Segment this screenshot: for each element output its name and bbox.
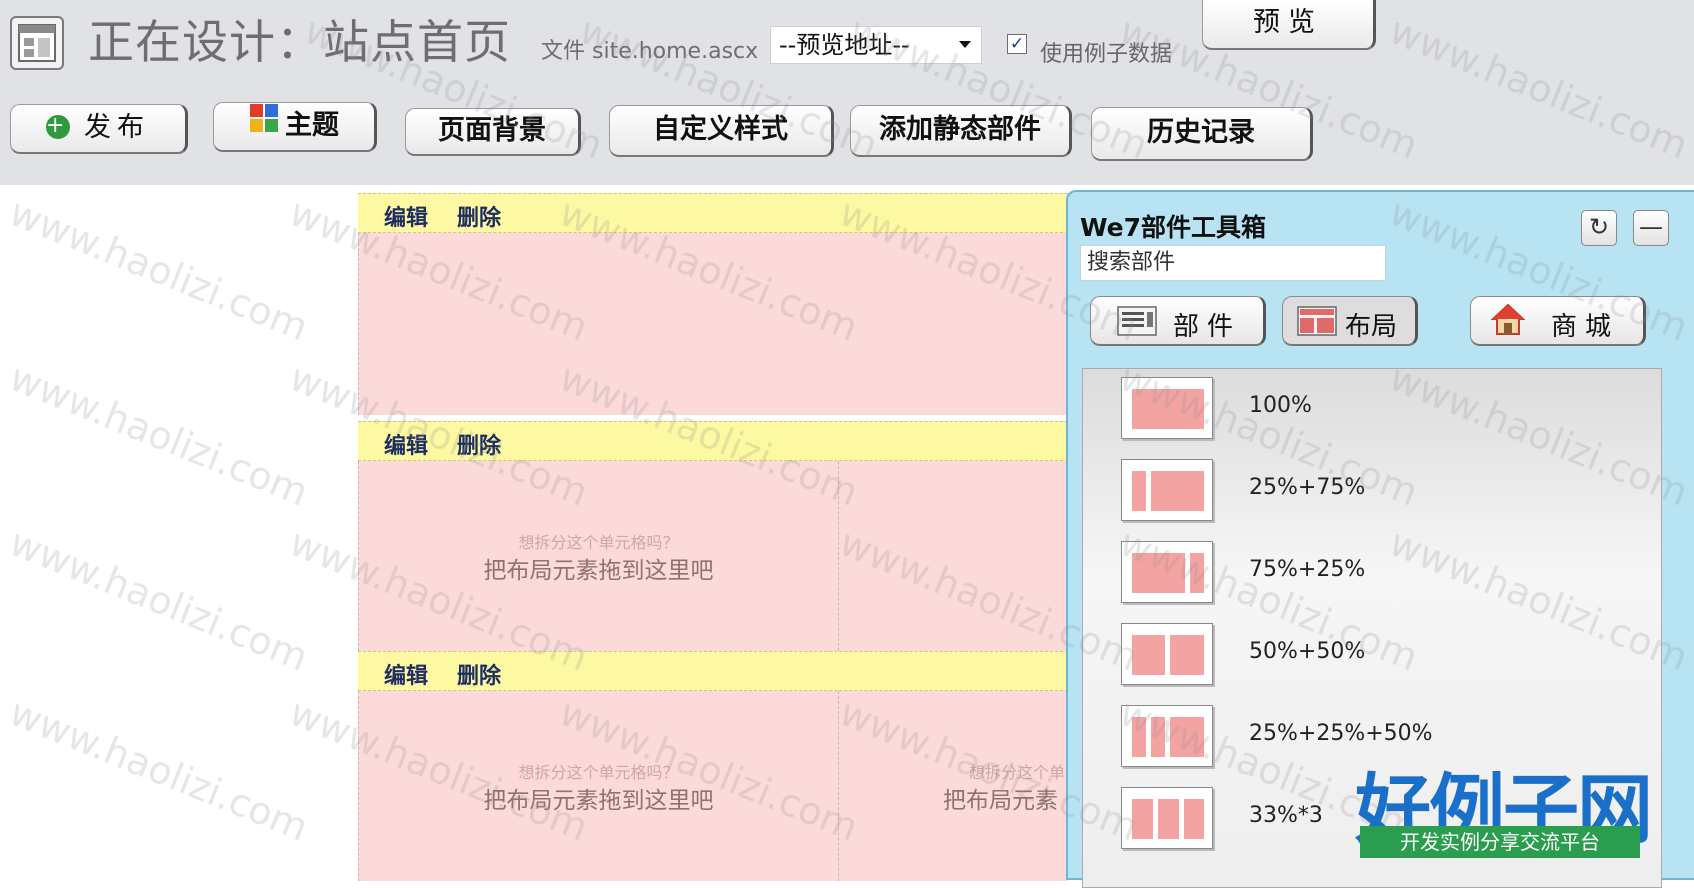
layout-thumbnail (1121, 377, 1213, 439)
page-background-button[interactable]: 页面背景 (405, 108, 581, 156)
file-info: 文件 site.home.ascx (541, 39, 759, 64)
layout-option-label: 25%+75% (1249, 475, 1366, 500)
layout-option-label: 75%+25% (1249, 557, 1366, 582)
layout-icon (1297, 306, 1337, 343)
drop-hint: 把布局元素拖到这里吧 (483, 788, 714, 814)
home-icon (1490, 303, 1526, 344)
layout-option-label: 33%*3 (1249, 803, 1323, 828)
preview-address-value: --预览地址-- (779, 31, 910, 59)
designer-header: 正在设计：站点首页 文件 site.home.ascx --预览地址-- ✓ 使… (0, 0, 1694, 185)
use-sample-checkbox[interactable]: ✓ (1007, 34, 1027, 54)
tab-layout-label: 布局 (1345, 312, 1398, 342)
widget-search-input[interactable]: 搜索部件 (1080, 245, 1386, 281)
layout-cell[interactable]: 想拆分这个单元格吗？ 把布局元素 (839, 691, 1069, 881)
publish-icon: + (46, 112, 71, 139)
split-hint: 想拆分这个单元格吗？ (969, 763, 1069, 782)
custom-style-button[interactable]: 自定义样式 (609, 105, 834, 157)
title-page: 站点首页 (323, 15, 511, 69)
row-edit-link[interactable]: 编辑 (384, 658, 428, 690)
preview-button[interactable]: 预览 (1202, 0, 1376, 50)
row-edit-link[interactable]: 编辑 (384, 200, 428, 232)
minimize-icon: — (1639, 213, 1663, 241)
tab-shop[interactable]: 商城 (1470, 296, 1646, 346)
theme-icon (249, 102, 279, 148)
tab-parts[interactable]: 部件 (1090, 296, 1266, 346)
tab-layout[interactable]: 布局 (1282, 296, 1418, 346)
layout-row (358, 233, 1068, 415)
minimize-button[interactable]: — (1633, 210, 1669, 246)
page-title: 正在设计：站点首页 (88, 6, 511, 72)
row-delete-link[interactable]: 删除 (457, 428, 501, 460)
layout-cell[interactable] (839, 461, 1069, 651)
split-hint: 想拆分这个单元格吗？ (518, 533, 679, 552)
drop-hint: 把布局元素拖到这里吧 (483, 558, 714, 584)
layout-option-100[interactable]: 100% (1083, 377, 1663, 447)
brand-tagline: 开发实例分享交流平台 (1360, 826, 1640, 858)
refresh-button[interactable]: ↻ (1581, 210, 1617, 246)
layout-cell[interactable] (359, 233, 1069, 415)
row-toolbar: 编辑 删除 (358, 651, 1068, 691)
theme-label: 主题 (285, 110, 339, 141)
watermark: www.haolizi.com (3, 355, 315, 515)
tab-parts-label: 部件 (1173, 312, 1242, 342)
publish-button[interactable]: + 发布 (10, 104, 188, 154)
row-toolbar: 编辑 删除 (358, 193, 1068, 233)
drop-hint: 把布局元素 (943, 788, 1058, 814)
design-canvas: 编辑 删除 编辑 删除 想拆分这个单元格吗？ 把布局元素拖到这里吧 编辑 删除 … (358, 193, 1069, 881)
publish-label: 发布 (84, 112, 150, 143)
layout-cell[interactable]: 想拆分这个单元格吗？ 把布局元素拖到这里吧 (359, 691, 839, 881)
toolbox-title: We7部件工具箱 (1080, 213, 1267, 242)
tab-shop-label: 商城 (1551, 312, 1620, 342)
layout-row: 想拆分这个单元格吗？ 把布局元素拖到这里吧 (358, 461, 1068, 651)
layout-thumbnail (1121, 705, 1213, 767)
add-static-widget-button[interactable]: 添加静态部件 (850, 105, 1072, 157)
layout-option-75-25[interactable]: 75%+25% (1083, 541, 1663, 611)
layout-option-label: 100% (1249, 393, 1312, 418)
layout-option-25-75[interactable]: 25%+75% (1083, 459, 1663, 529)
layout-designer-icon (10, 16, 64, 70)
preview-address-select[interactable]: --预览地址-- (770, 26, 982, 64)
layout-option-label: 50%+50% (1249, 639, 1366, 664)
layout-thumbnail (1121, 787, 1213, 849)
layout-thumbnail (1121, 541, 1213, 603)
layout-thumbnail (1121, 459, 1213, 521)
row-delete-link[interactable]: 删除 (457, 658, 501, 690)
parts-icon (1117, 306, 1157, 343)
use-sample-label: 使用例子数据 (1040, 42, 1173, 67)
history-button[interactable]: 历史记录 (1091, 107, 1313, 161)
title-prefix: 正在设计： (88, 15, 323, 69)
layout-cell[interactable]: 想拆分这个单元格吗？ 把布局元素拖到这里吧 (359, 461, 839, 651)
row-toolbar: 编辑 删除 (358, 421, 1068, 461)
theme-button[interactable]: 主题 (213, 102, 377, 152)
layout-option-50-50[interactable]: 50%+50% (1083, 623, 1663, 693)
watermark: www.haolizi.com (3, 690, 315, 850)
refresh-icon: ↻ (1588, 213, 1610, 241)
layout-row: 想拆分这个单元格吗？ 把布局元素拖到这里吧 想拆分这个单元格吗？ 把布局元素 (358, 691, 1069, 881)
watermark: www.haolizi.com (3, 520, 315, 680)
row-delete-link[interactable]: 删除 (457, 200, 501, 232)
split-hint: 想拆分这个单元格吗？ (518, 763, 679, 782)
chevron-down-icon (959, 41, 971, 48)
layout-thumbnail (1121, 623, 1213, 685)
row-edit-link[interactable]: 编辑 (384, 428, 428, 460)
watermark: www.haolizi.com (3, 190, 315, 350)
layout-option-label: 25%+25%+50% (1249, 721, 1433, 746)
